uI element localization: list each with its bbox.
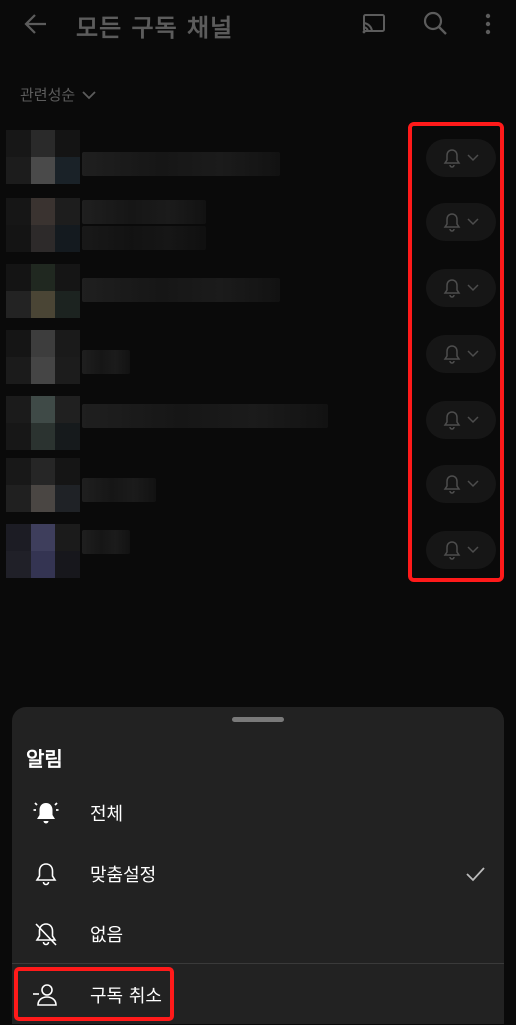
page-title: 모든 구독 채널 — [76, 14, 234, 42]
channel-avatar — [6, 198, 80, 252]
checkmark-icon — [466, 867, 485, 882]
more-options-icon[interactable] — [478, 10, 498, 38]
channel-name-redacted — [82, 200, 206, 224]
divider — [12, 963, 504, 964]
back-arrow-icon[interactable] — [22, 10, 50, 38]
drag-handle[interactable] — [232, 717, 284, 722]
option-label: 없음 — [90, 925, 124, 946]
channel-avatar — [6, 524, 80, 578]
channel-avatar — [6, 330, 80, 384]
channel-avatar — [6, 130, 80, 184]
channel-name-redacted — [82, 530, 130, 554]
bell-buttons-highlight — [408, 122, 504, 582]
chevron-down-icon — [82, 90, 96, 99]
option-none[interactable]: 없음 — [12, 904, 504, 964]
option-label: 맞춤설정 — [90, 865, 157, 886]
option-label: 전체 — [90, 804, 124, 825]
sheet-title: 알림 — [26, 747, 63, 771]
app-bar: 모든 구독 채널 — [0, 0, 516, 48]
bell-ringing-icon — [33, 802, 59, 824]
channel-name-redacted — [82, 404, 328, 428]
channel-avatar — [6, 396, 80, 450]
notification-bottom-sheet: 알림 전체 맞춤설정 없음 구독 취소 — [12, 707, 504, 1024]
cast-icon[interactable] — [360, 10, 388, 38]
bell-icon — [35, 863, 57, 886]
sort-dropdown[interactable]: 관련성순 — [20, 84, 97, 105]
channel-name-redacted — [82, 350, 130, 374]
option-all[interactable]: 전체 — [12, 783, 504, 843]
option-custom[interactable]: 맞춤설정 — [12, 844, 504, 904]
channel-name-redacted — [82, 226, 206, 250]
channel-avatar — [6, 458, 80, 512]
search-icon[interactable] — [421, 9, 449, 37]
unsubscribe-highlight — [14, 967, 174, 1021]
channel-name-redacted — [82, 478, 156, 502]
channel-name-redacted — [82, 278, 280, 302]
channel-avatar — [6, 264, 80, 318]
sort-label: 관련성순 — [20, 86, 76, 104]
channel-name-redacted — [82, 152, 280, 176]
bell-off-icon — [35, 923, 57, 946]
